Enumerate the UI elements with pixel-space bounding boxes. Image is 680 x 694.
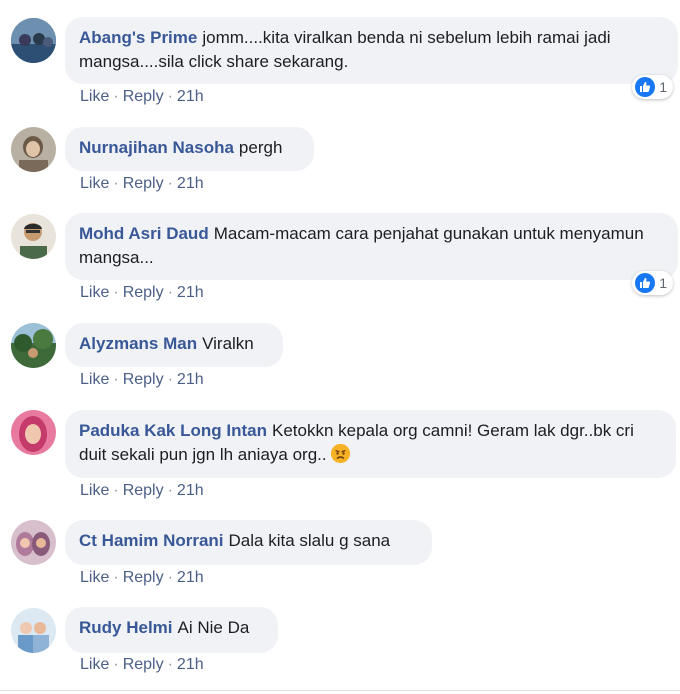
- reply-link[interactable]: Reply: [123, 88, 164, 105]
- timestamp[interactable]: 21h: [177, 88, 204, 105]
- comment-author[interactable]: Paduka Kak Long Intan: [79, 421, 267, 440]
- like-link[interactable]: Like: [80, 656, 109, 673]
- reaction-count: 1: [659, 79, 667, 95]
- avatar[interactable]: [11, 520, 56, 565]
- reply-link[interactable]: Reply: [123, 175, 164, 192]
- comment-actions: Like · Reply · 21h: [80, 284, 204, 301]
- comment-actions: Like · Reply · 21h: [80, 656, 204, 673]
- reply-link[interactable]: Reply: [123, 371, 164, 388]
- timestamp[interactable]: 21h: [177, 569, 204, 586]
- reaction-badge[interactable]: 1: [632, 271, 673, 295]
- divider: [0, 690, 680, 691]
- avatar[interactable]: [11, 127, 56, 172]
- timestamp[interactable]: 21h: [177, 656, 204, 673]
- comment-author[interactable]: Rudy Helmi: [79, 618, 173, 637]
- comment-actions: Like · Reply · 21h: [80, 371, 204, 388]
- comment-text: Viralkn: [202, 334, 254, 353]
- thumbs-up-icon: [635, 77, 656, 97]
- reply-link[interactable]: Reply: [123, 656, 164, 673]
- comment-text: pergh: [238, 138, 283, 157]
- reply-link[interactable]: Reply: [123, 569, 164, 586]
- like-link[interactable]: Like: [80, 284, 109, 301]
- reply-link[interactable]: Reply: [123, 482, 164, 499]
- comment-bubble: Nurnajihan Nasoha pergh: [65, 127, 314, 171]
- like-link[interactable]: Like: [80, 371, 109, 388]
- reaction-badge[interactable]: 1: [632, 75, 673, 99]
- like-link[interactable]: Like: [80, 482, 109, 499]
- like-link[interactable]: Like: [80, 88, 109, 105]
- comment-author[interactable]: Mohd Asri Daud: [79, 224, 209, 243]
- like-link[interactable]: Like: [80, 175, 109, 192]
- comment-bubble: Rudy Helmi Ai Nie Da: [65, 607, 278, 653]
- avatar[interactable]: [11, 214, 56, 259]
- comment-bubble: Paduka Kak Long Intan Ketokkn kepala org …: [65, 410, 676, 478]
- timestamp[interactable]: 21h: [177, 482, 204, 499]
- comment-author[interactable]: Abang's Prime: [79, 28, 197, 47]
- comment-actions: Like · Reply · 21h: [80, 175, 204, 192]
- comment-actions: Like · Reply · 21h: [80, 482, 204, 499]
- like-link[interactable]: Like: [80, 569, 109, 586]
- comment-bubble: Abang's Prime jomm....kita viralkan benda…: [65, 17, 678, 84]
- angry-face-icon: [331, 444, 351, 463]
- comment-actions: Like · Reply · 21h: [80, 569, 204, 586]
- comment-bubble: Alyzmans Man Viralkn: [65, 323, 283, 367]
- comment-author[interactable]: Nurnajihan Nasoha: [79, 138, 234, 157]
- comment-author[interactable]: Ct Hamim Norrani: [79, 531, 224, 550]
- comment-text: Ai Nie Da: [177, 618, 250, 637]
- comment-author[interactable]: Alyzmans Man: [79, 334, 197, 353]
- avatar[interactable]: [11, 18, 56, 63]
- thumbs-up-icon: [635, 273, 656, 293]
- avatar[interactable]: [11, 323, 56, 368]
- avatar[interactable]: [11, 608, 56, 653]
- comment-text: Dala kita slalu g sana: [228, 531, 391, 550]
- reaction-count: 1: [659, 275, 667, 291]
- timestamp[interactable]: 21h: [177, 284, 204, 301]
- timestamp[interactable]: 21h: [177, 175, 204, 192]
- comment-bubble: Ct Hamim Norrani Dala kita slalu g sana: [65, 520, 432, 565]
- comment-actions: Like · Reply · 21h: [80, 88, 204, 105]
- comment-bubble: Mohd Asri Daud Macam-macam cara penjahat …: [65, 213, 678, 280]
- avatar[interactable]: [11, 410, 56, 455]
- timestamp[interactable]: 21h: [177, 371, 204, 388]
- reply-link[interactable]: Reply: [123, 284, 164, 301]
